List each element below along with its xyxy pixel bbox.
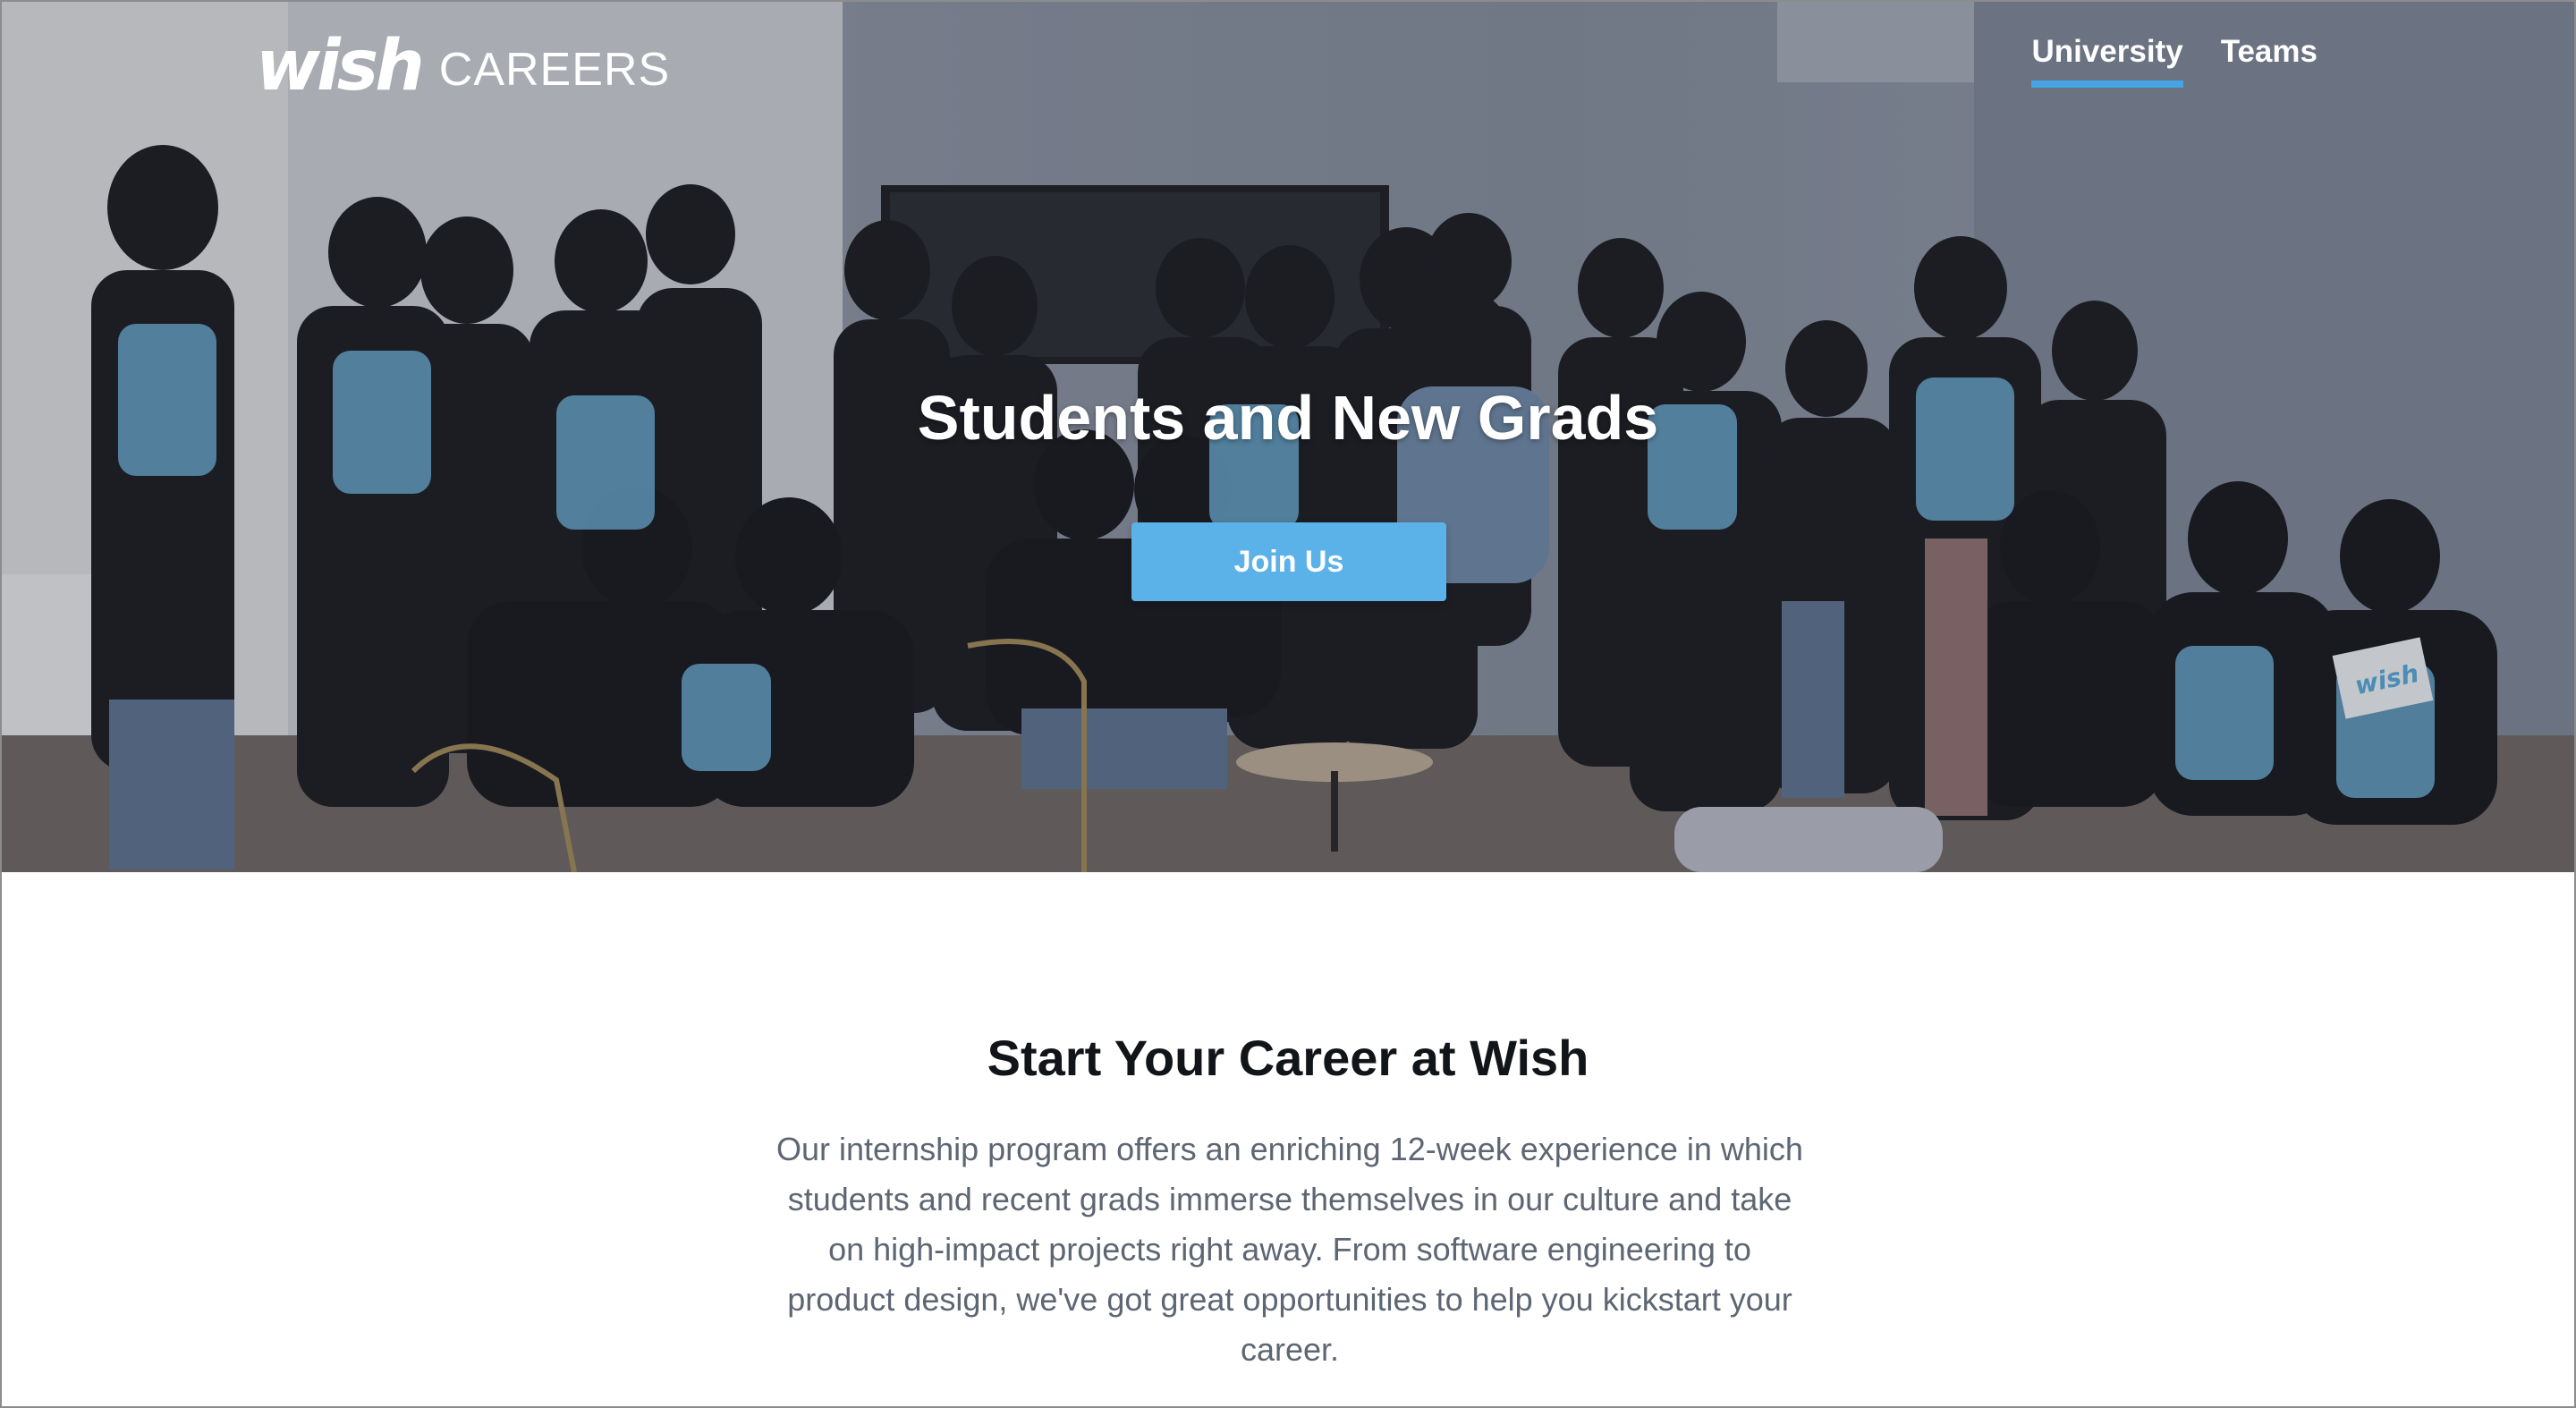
join-us-button[interactable]: Join Us bbox=[1131, 522, 1446, 601]
nav-teams[interactable]: Teams bbox=[2221, 34, 2318, 88]
hero-title: Students and New Grads bbox=[917, 383, 1659, 453]
nav-university[interactable]: University bbox=[2031, 34, 2183, 88]
wish-careers-logo[interactable]: wish CAREERS bbox=[256, 26, 671, 106]
logo-careers-text: CAREERS bbox=[438, 44, 671, 96]
page: wish wish CAREERS University Teams Stude… bbox=[0, 0, 2576, 1408]
main-nav: University Teams bbox=[2031, 34, 2318, 88]
section-title: Start Your Career at Wish bbox=[987, 1030, 1589, 1086]
logo-wordmark: wish bbox=[256, 26, 425, 106]
section-description: Our internship program offers an enrichi… bbox=[776, 1131, 1803, 1368]
